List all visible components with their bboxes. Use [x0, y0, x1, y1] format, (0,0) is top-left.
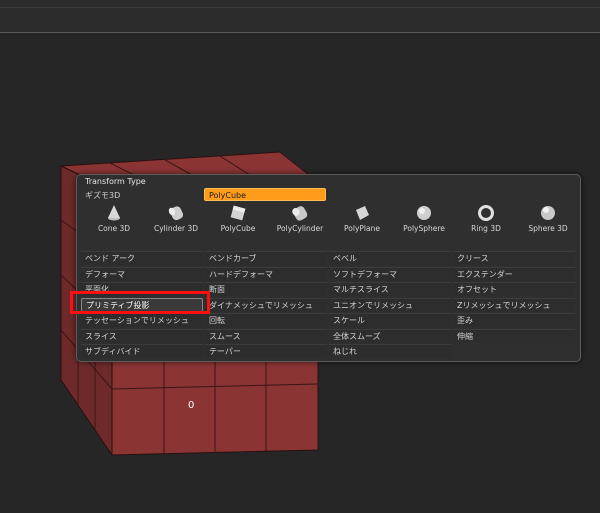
primitive-label: PolyCylinder: [276, 224, 324, 233]
primitive-cone-3d[interactable]: Cone 3D: [83, 202, 145, 236]
panel-title: Transform Type: [85, 177, 146, 186]
primitive-label: PolyCube: [220, 224, 256, 233]
primitive-label: PolyPlane: [344, 224, 380, 233]
op-soft-deformer[interactable]: ソフトデフォーマ: [329, 266, 451, 281]
primitive-polyplane[interactable]: PolyPlane: [331, 202, 393, 236]
op-remesh-by-union[interactable]: ユニオンでリメッシュ: [329, 297, 451, 312]
op-skew[interactable]: 歪み: [453, 313, 575, 327]
op-taper[interactable]: テーパー: [205, 344, 327, 358]
polycylinder-icon: [292, 206, 308, 221]
op-bevel[interactable]: ベベル: [329, 251, 451, 265]
gizmo-dropdown[interactable]: PolyCube: [204, 188, 326, 201]
polycube-icon: [230, 205, 246, 221]
op-scale[interactable]: スケール: [329, 313, 451, 327]
primitive-sphere-3d[interactable]: Sphere 3D: [517, 202, 579, 236]
op-stretch[interactable]: 伸縮: [453, 328, 575, 343]
primitive-label: Ring 3D: [471, 224, 501, 233]
op-bend-arc[interactable]: ベンド アーク: [81, 251, 203, 265]
primitive-label: Cone 3D: [97, 224, 131, 233]
primitive-polysphere[interactable]: PolySphere: [393, 202, 455, 236]
op-hard-deformer[interactable]: ハードデフォーマ: [205, 266, 327, 281]
primitive-polycube[interactable]: PolyCube: [207, 202, 269, 236]
op-multi-slice[interactable]: マルチスライス: [329, 282, 451, 296]
op-smooth[interactable]: スムース: [205, 328, 327, 343]
primitive-ring-3d[interactable]: Ring 3D: [455, 202, 517, 236]
ring-icon: [478, 205, 494, 221]
op-remesh-by-tessellation[interactable]: テッセーションでリメッシュ: [81, 313, 203, 327]
op-remesh-by-zremesh[interactable]: Zリメッシュでリメッシュ: [453, 297, 575, 312]
op-twist[interactable]: ねじれ: [329, 344, 451, 358]
cylinder-icon: [168, 206, 184, 221]
op-remesh-by-dynamesh[interactable]: ダイナメッシュでリメッシュ: [205, 297, 327, 312]
highlight-box: [70, 291, 210, 314]
op-smooth-all[interactable]: 全体スムーズ: [329, 328, 451, 343]
op-offset[interactable]: オフセット: [453, 282, 575, 296]
primitive-row: Cone 3D Cylinder 3D PolyCube PolyCylinde…: [83, 202, 575, 236]
op-extender[interactable]: エクステンダー: [453, 266, 575, 281]
polysphere-icon: [417, 206, 431, 220]
op-bend-curve[interactable]: ベンドカーブ: [205, 251, 327, 265]
cone-icon: [108, 205, 120, 221]
sphere-icon: [541, 206, 555, 220]
primitive-label: PolySphere: [403, 224, 445, 233]
origin-label: 0: [188, 400, 195, 411]
primitive-cylinder-3d[interactable]: Cylinder 3D: [145, 202, 207, 236]
primitive-label: Cylinder 3D: [154, 224, 198, 233]
op-rotate[interactable]: 回転: [205, 313, 327, 327]
polyplane-icon: [356, 206, 369, 220]
op-deformer[interactable]: デフォーマ: [81, 266, 203, 281]
op-section[interactable]: 断面: [205, 282, 327, 296]
transform-type-panel: Transform Type ギズモ3D PolyCube Cone 3D Cy…: [76, 174, 581, 362]
primitive-label: Sphere 3D: [528, 224, 568, 233]
gizmo-label: ギズモ3D: [85, 191, 121, 200]
op-crease[interactable]: クリース: [453, 251, 575, 265]
primitive-polycylinder[interactable]: PolyCylinder: [269, 202, 331, 236]
op-slice[interactable]: スライス: [81, 328, 203, 343]
op-subdivide[interactable]: サブディバイド: [81, 344, 203, 358]
